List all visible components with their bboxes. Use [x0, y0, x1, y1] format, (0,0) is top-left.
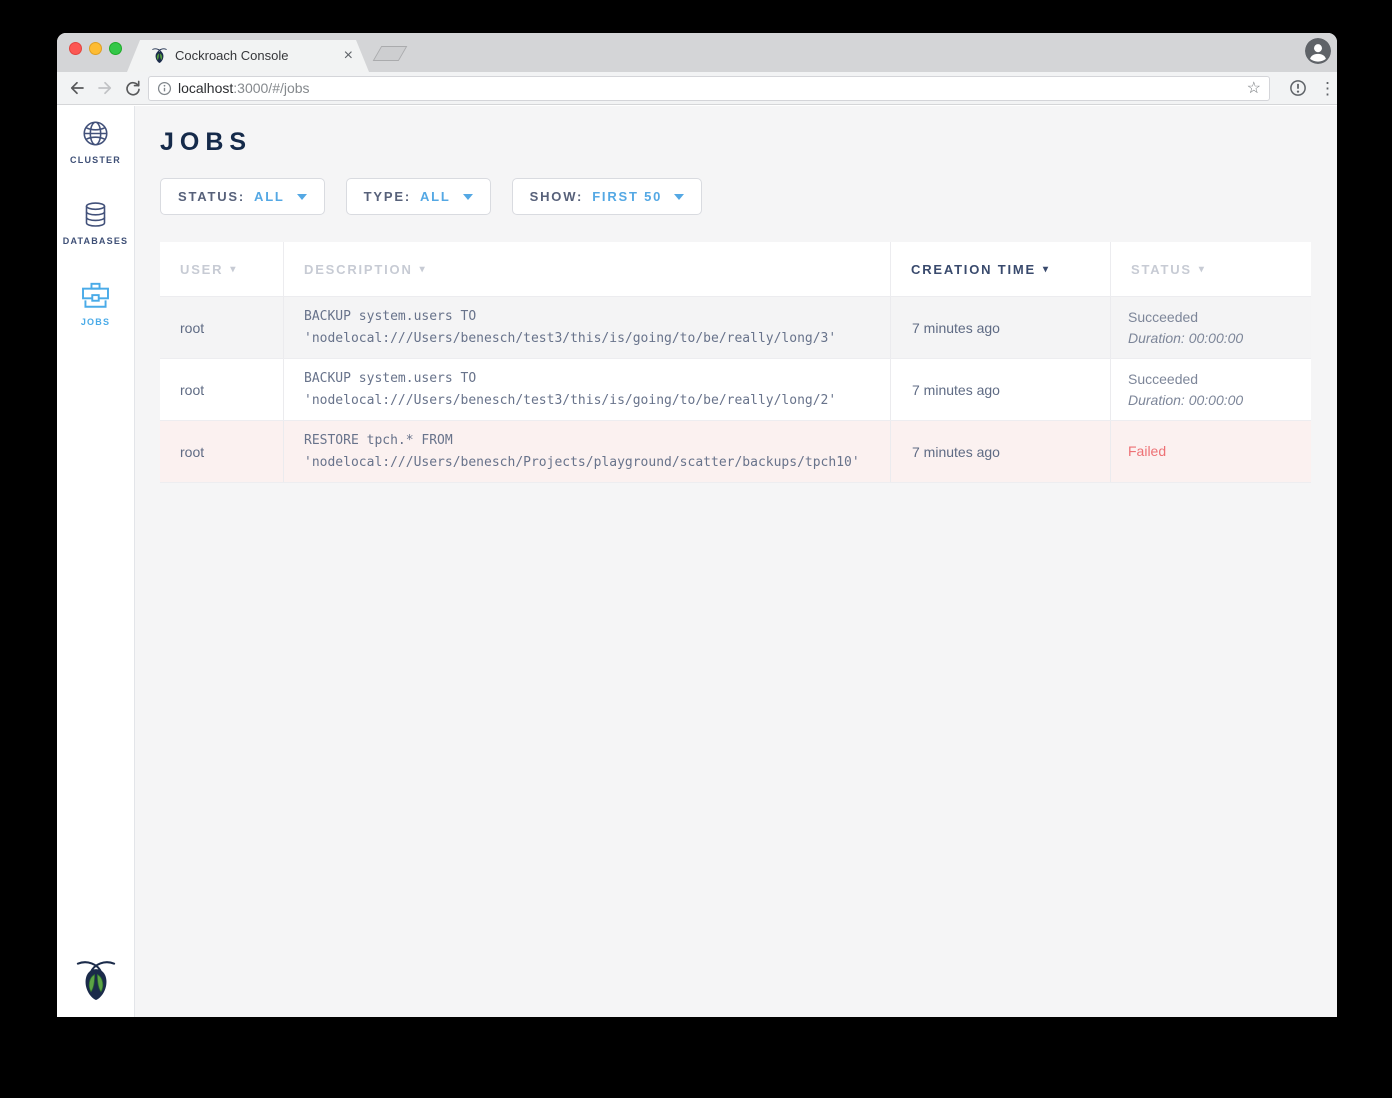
database-icon — [82, 201, 109, 228]
filter-value: ALL — [254, 189, 285, 204]
duration-text: Duration: 00:00:00 — [1128, 328, 1311, 349]
table-row: root RESTORE tpch.* FROM 'nodelocal:///U… — [160, 421, 1311, 483]
sidebar-item-databases[interactable]: DATABASES — [57, 201, 134, 246]
creation-time-cell: 7 minutes ago — [890, 421, 1110, 482]
sort-caret-icon: ▾ — [230, 264, 237, 275]
column-header-status[interactable]: STATUS ▾ — [1110, 242, 1311, 296]
status-cell: Succeeded Duration: 00:00:00 — [1110, 297, 1311, 358]
user-cell: root — [160, 421, 283, 482]
sidebar-item-label: DATABASES — [57, 236, 134, 246]
forward-button-icon[interactable] — [96, 79, 114, 97]
sidebar-item-jobs[interactable]: JOBS — [57, 282, 134, 327]
filter-value: FIRST 50 — [592, 189, 662, 204]
cockroach-logo-icon — [76, 957, 116, 1003]
status-badge: Succeeded — [1128, 369, 1311, 390]
browser-toolbar: localhost:3000/#/jobs ☆ ⋮ — [57, 72, 1337, 105]
sort-caret-icon: ▾ — [1199, 264, 1206, 275]
status-cell: Failed — [1110, 421, 1311, 482]
fullscreen-window-button[interactable] — [109, 42, 122, 55]
chevron-down-icon — [297, 194, 307, 200]
filter-label: STATUS: — [178, 189, 245, 204]
chevron-down-icon — [463, 194, 473, 200]
filter-bar: STATUS: ALL TYPE: ALL SHOW: FIRST 50 — [160, 178, 1337, 215]
new-tab-button[interactable] — [373, 46, 408, 61]
duration-text: Duration: 00:00:00 — [1128, 390, 1311, 411]
user-cell: root — [160, 359, 283, 420]
user-cell: root — [160, 297, 283, 358]
jobs-table: USER ▾ DESCRIPTION ▾ CREATION TIME ▾ STA… — [160, 242, 1311, 483]
filter-label: SHOW: — [530, 189, 584, 204]
browser-menu-icon[interactable]: ⋮ — [1319, 72, 1336, 105]
cockroach-favicon-icon — [152, 47, 167, 64]
table-row: root BACKUP system.users TO 'nodelocal:/… — [160, 297, 1311, 359]
tab-strip: Cockroach Console × — [57, 33, 1337, 72]
creation-time-cell: 7 minutes ago — [890, 359, 1110, 420]
status-filter-dropdown[interactable]: STATUS: ALL — [160, 178, 325, 215]
sort-caret-icon: ▾ — [420, 264, 427, 275]
status-cell: Succeeded Duration: 00:00:00 — [1110, 359, 1311, 420]
sidebar-item-label: JOBS — [57, 317, 134, 327]
extension-icon[interactable] — [1289, 79, 1307, 97]
sidebar-item-cluster[interactable]: CLUSTER — [57, 120, 134, 165]
status-badge: Succeeded — [1128, 307, 1311, 328]
url-host: localhost — [178, 80, 233, 96]
status-badge: Failed — [1128, 441, 1311, 462]
column-header-creation-time[interactable]: CREATION TIME ▾ — [890, 242, 1110, 296]
browser-tab[interactable]: Cockroach Console × — [127, 40, 369, 72]
minimize-window-button[interactable] — [89, 42, 102, 55]
filter-label: TYPE: — [364, 189, 411, 204]
show-filter-dropdown[interactable]: SHOW: FIRST 50 — [512, 178, 703, 215]
jobs-page: JOBS STATUS: ALL TYPE: ALL SHOW: FIRST 5… — [135, 106, 1337, 1017]
back-button-icon[interactable] — [68, 79, 86, 97]
sort-caret-icon: ▾ — [1043, 264, 1050, 275]
sidebar-item-label: CLUSTER — [57, 155, 134, 165]
close-tab-icon[interactable]: × — [344, 40, 353, 71]
table-row: root BACKUP system.users TO 'nodelocal:/… — [160, 359, 1311, 421]
bookmark-star-icon[interactable]: ☆ — [1247, 77, 1261, 100]
page-title: JOBS — [160, 128, 1337, 156]
chevron-down-icon — [674, 194, 684, 200]
type-filter-dropdown[interactable]: TYPE: ALL — [346, 178, 491, 215]
description-cell: RESTORE tpch.* FROM 'nodelocal:///Users/… — [283, 421, 890, 482]
browser-window: Cockroach Console × — [57, 33, 1337, 1017]
globe-icon — [82, 120, 109, 147]
address-bar[interactable]: localhost:3000/#/jobs ☆ — [148, 76, 1270, 101]
reload-button-icon[interactable] — [124, 79, 142, 97]
profile-avatar-icon[interactable] — [1305, 38, 1331, 64]
filter-value: ALL — [420, 189, 451, 204]
close-window-button[interactable] — [69, 42, 82, 55]
url-text: localhost:3000/#/jobs — [178, 77, 310, 100]
description-cell: BACKUP system.users TO 'nodelocal:///Use… — [283, 297, 890, 358]
column-header-description[interactable]: DESCRIPTION ▾ — [283, 242, 890, 296]
tab-title: Cockroach Console — [175, 40, 288, 72]
url-path: :3000/#/jobs — [233, 80, 309, 96]
briefcase-icon — [81, 282, 110, 309]
description-cell: BACKUP system.users TO 'nodelocal:///Use… — [283, 359, 890, 420]
console-content: CLUSTER DATABASES JOBS — [57, 106, 1337, 1017]
creation-time-cell: 7 minutes ago — [890, 297, 1110, 358]
sidebar: CLUSTER DATABASES JOBS — [57, 106, 135, 1017]
column-header-user[interactable]: USER ▾ — [160, 242, 283, 296]
page-info-icon[interactable] — [157, 81, 172, 96]
table-header: USER ▾ DESCRIPTION ▾ CREATION TIME ▾ STA… — [160, 242, 1311, 297]
